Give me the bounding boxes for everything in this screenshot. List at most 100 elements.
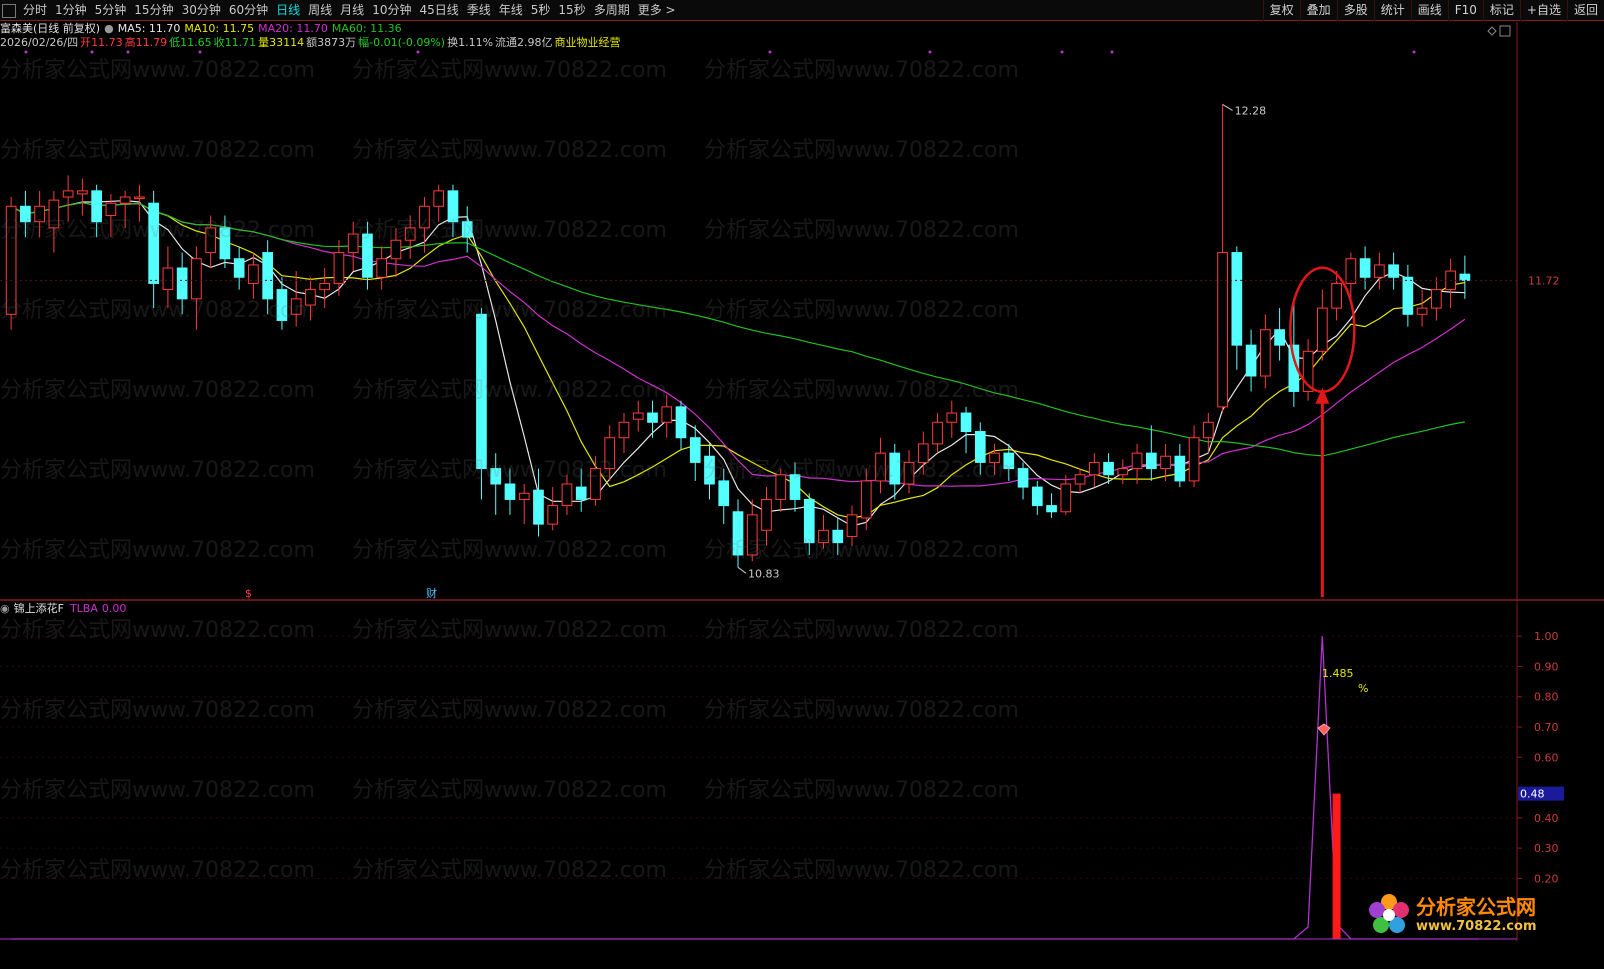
period-tab[interactable]: 日线 <box>272 0 304 21</box>
candle-up <box>191 258 202 300</box>
indicator-annotation-unit: % <box>1358 682 1368 695</box>
candle-up <box>1160 455 1171 470</box>
candle-up <box>205 227 217 254</box>
period-tab[interactable]: 5分钟 <box>91 0 131 21</box>
top-marker-dot <box>928 50 932 54</box>
toolbar-button[interactable]: 返回 <box>1566 0 1604 21</box>
candle-up <box>305 289 316 306</box>
candle-down <box>233 258 245 278</box>
period-tab[interactable]: 5秒 <box>527 0 555 21</box>
candle-up <box>917 443 929 463</box>
toolbar-right-buttons: 复权 叠加 多股 统计 画线 F10 标记 +自选 返回 <box>1262 0 1604 21</box>
candle-down <box>91 190 102 223</box>
period-tab[interactable]: 30分钟 <box>178 0 225 21</box>
period-tab[interactable]: 15分钟 <box>130 0 177 21</box>
candle-up <box>618 421 630 439</box>
menu-icon[interactable] <box>2 3 16 18</box>
candle-up <box>1202 421 1214 439</box>
indicator-line <box>11 636 1480 940</box>
period-tab[interactable]: 1分钟 <box>51 0 91 21</box>
period-tab[interactable]: 15秒 <box>554 0 589 21</box>
site-logo[interactable]: 分析家公式网 www.70822.com <box>1366 890 1602 940</box>
top-marker-dot <box>126 50 130 54</box>
candle-up <box>119 196 131 204</box>
candle-up <box>1259 329 1271 377</box>
top-marker-dot <box>1412 50 1416 54</box>
candle-up <box>1117 468 1129 476</box>
candle-down <box>803 498 815 544</box>
candle-down <box>1003 452 1015 470</box>
candle-down <box>575 486 587 500</box>
toolbar-button[interactable]: 复权 <box>1262 0 1300 21</box>
kline-chart[interactable]: 12.28 10.83 11.72 $ 财 <box>0 22 1604 602</box>
candle-up <box>946 412 958 423</box>
candle-down <box>889 452 901 485</box>
high-marker-label: 12.28 <box>1235 104 1267 117</box>
candle-up <box>632 412 644 420</box>
candle-down <box>1245 344 1257 377</box>
candle-down <box>1231 252 1243 346</box>
flower-logo-icon <box>1366 892 1412 938</box>
candle-up <box>875 452 886 482</box>
toolbar-button[interactable]: +自选 <box>1519 0 1567 21</box>
kline-svg[interactable]: 12.28 10.83 11.72 $ 财 <box>0 22 1604 602</box>
candle-up <box>404 227 416 241</box>
period-tab[interactable]: 更多 > <box>634 0 680 21</box>
toolbar-button[interactable]: 标记 <box>1482 0 1520 21</box>
candle-down <box>461 221 473 238</box>
period-tab[interactable]: 年线 <box>495 0 527 21</box>
candle-down <box>1388 264 1399 278</box>
candle-up <box>347 233 359 254</box>
toolbar-button[interactable]: F10 <box>1447 0 1483 21</box>
candle-up <box>604 437 616 470</box>
toolbar-button[interactable]: 画线 <box>1410 0 1448 21</box>
logo-name: 分析家公式网 <box>1416 895 1536 919</box>
period-tab[interactable]: 45日线 <box>415 0 462 21</box>
toolbar-button[interactable]: 统计 <box>1373 0 1411 21</box>
candle-up <box>1374 264 1385 278</box>
period-tab[interactable]: 多周期 <box>590 0 634 21</box>
candle-down <box>476 313 487 470</box>
period-tab[interactable]: 月线 <box>336 0 368 21</box>
candle-up <box>746 514 758 556</box>
low-marker-line <box>737 566 747 574</box>
candle-down <box>1174 455 1186 482</box>
candle-down <box>1017 468 1029 488</box>
candle-down <box>689 437 701 463</box>
event-marker-finance: 财 <box>426 586 437 600</box>
candle-up <box>561 483 573 507</box>
candle-up <box>77 190 88 195</box>
candle-down <box>1359 258 1371 278</box>
top-marker-dot <box>198 50 202 54</box>
indicator-chart[interactable]: 1.00 0.90 0.80 0.70 0.60 0.40 0.30 0.20 0.48 1.48… <box>0 603 1604 941</box>
indicator-tick-label: 0.80 <box>1534 691 1559 704</box>
candle-down <box>20 205 31 223</box>
candle-up <box>1416 307 1428 315</box>
period-tab[interactable]: 周线 <box>304 0 336 21</box>
period-tab[interactable]: 季线 <box>463 0 495 21</box>
event-marker-dividend: $ <box>245 587 252 600</box>
candle-up <box>134 196 145 200</box>
candle-up <box>775 474 787 500</box>
period-tab[interactable]: 60分钟 <box>225 0 272 21</box>
candle-down <box>447 190 459 223</box>
period-tab[interactable]: 分时 <box>19 0 51 21</box>
toolbar-button[interactable]: 叠加 <box>1299 0 1337 21</box>
period-tab[interactable]: 10分钟 <box>368 0 415 21</box>
candle-down <box>704 455 715 485</box>
indicator-tick-label: 0.90 <box>1534 660 1559 673</box>
candle-up <box>34 205 45 223</box>
candle-down <box>176 267 188 300</box>
gem-icon <box>1317 723 1331 736</box>
candle-down <box>362 233 373 278</box>
candle-up <box>290 298 302 315</box>
indicator-signal-bar <box>1332 793 1341 939</box>
period-tabs: 分时 1分钟 5分钟 15分钟 30分钟 60分钟 日线 周线 月线 10分钟 45日线 季线 年线 5秒… <box>0 0 680 21</box>
candle-up <box>105 202 117 217</box>
candle-up <box>1131 452 1143 470</box>
indicator-annotation-value: 1.485 <box>1322 667 1354 680</box>
candle-down <box>675 406 687 439</box>
candle-down <box>504 483 516 500</box>
top-marker-dot <box>24 50 28 54</box>
toolbar-button[interactable]: 多股 <box>1336 0 1374 21</box>
